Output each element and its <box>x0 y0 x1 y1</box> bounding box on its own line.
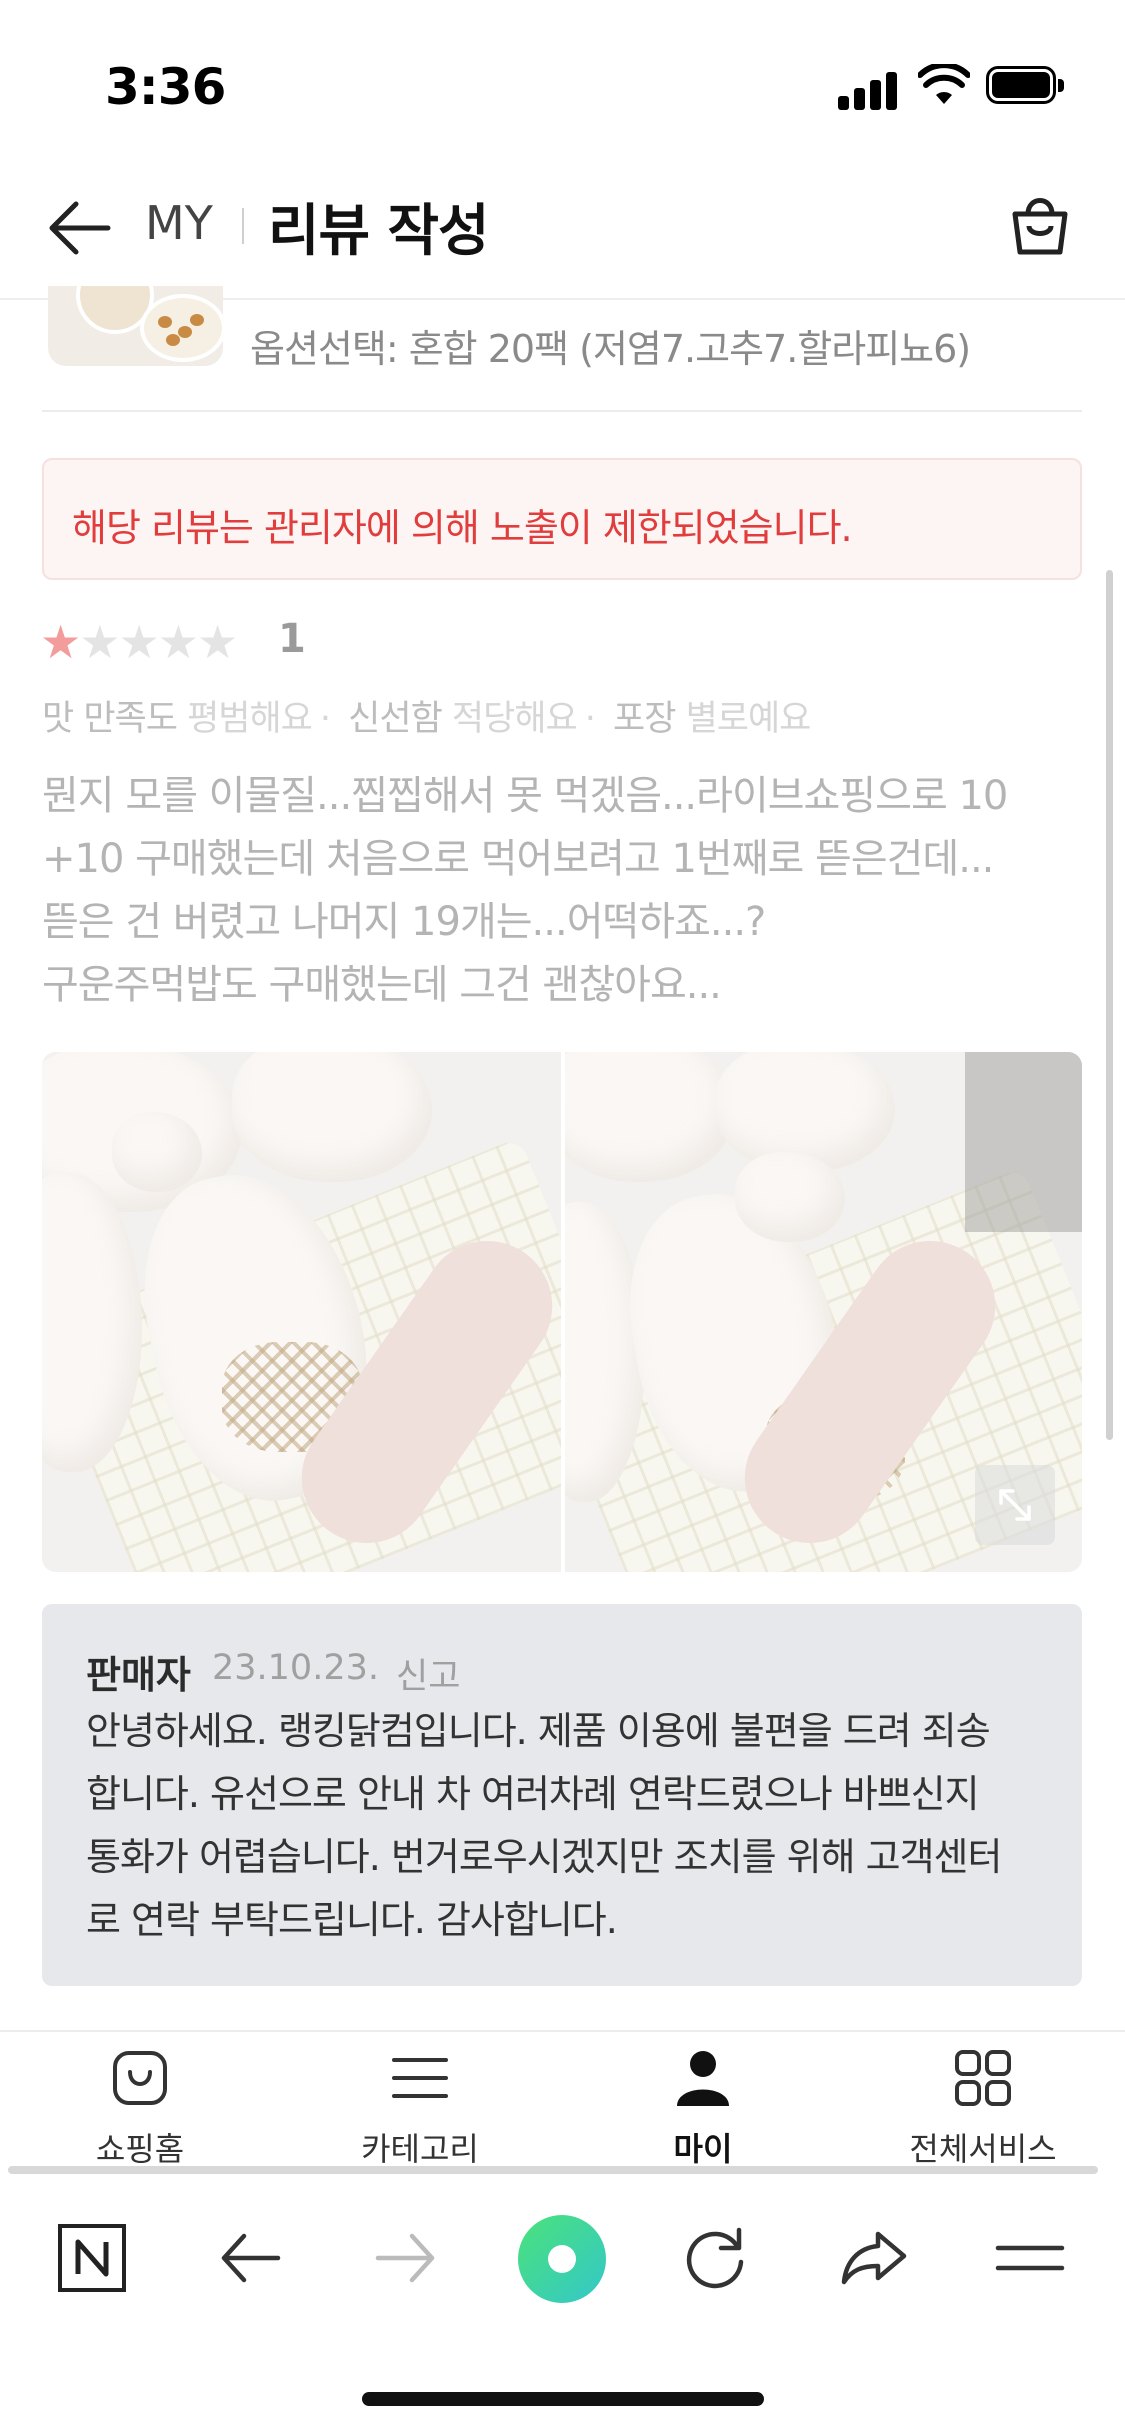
attribute-value: 적당해요 <box>451 699 578 739</box>
reply-date: 23.10.23. <box>212 1648 379 1688</box>
star-icon: ★ <box>79 615 121 669</box>
rating-value: 1 <box>278 616 306 662</box>
naver-n-icon[interactable] <box>52 2218 132 2298</box>
review-text-line: +10 구매했는데 처음으로 먹어보려고 1번째로 뜯은건데... <box>42 836 994 882</box>
breadcrumb-divider <box>242 208 244 244</box>
tab-label: 카테고리 <box>361 2130 479 2168</box>
shopping-bag-icon[interactable] <box>1005 190 1075 260</box>
back-arrow-icon[interactable] <box>210 2218 290 2298</box>
tab-label: 전체서비스 <box>909 2130 1057 2168</box>
tab-my[interactable]: 마이 <box>603 2048 803 2178</box>
home-indicator <box>362 2392 764 2406</box>
tab-label: 쇼핑홈 <box>95 2130 185 2168</box>
attribute-key: 맛 만족도 <box>42 699 178 739</box>
divider <box>42 410 1082 412</box>
share-icon[interactable] <box>834 2218 914 2298</box>
review-text-line: 뜯은 건 버렸고 나머지 19개는...어떡하죠...? <box>42 899 766 945</box>
reply-text-line: 안녕하세요. 랭킹닭컴입니다. 제품 이용에 불편을 드려 죄송 <box>86 1709 991 1753</box>
product-name-clipped: ━━━━━━━━━━━━━━━━━━━━━━ <box>250 284 980 300</box>
status-time: 3:36 <box>105 58 226 116</box>
breadcrumb-my[interactable]: MY <box>145 196 213 250</box>
tab-category[interactable]: 카테고리 <box>320 2048 520 2178</box>
person-icon <box>673 2048 733 2108</box>
wifi-icon <box>917 62 971 106</box>
review-text-line: 뭔지 모를 이물질...찝찝해서 못 먹겠음...라이브쇼핑으로 10 <box>42 773 1008 819</box>
star-rating: ★★★★★ <box>40 615 239 669</box>
grid-icon <box>953 2048 1013 2108</box>
report-link[interactable]: 신고 <box>396 1648 460 1699</box>
expand-photo-button[interactable] <box>975 1465 1055 1545</box>
battery-icon <box>986 66 1066 106</box>
review-attributes: 맛 만족도 평범해요 · 신선함 적당해요 · 포장 별로예요 <box>42 699 812 739</box>
menu-icon[interactable] <box>990 2218 1070 2298</box>
star-icon: ★ <box>40 615 82 669</box>
attribute-key: 포장 <box>613 699 676 739</box>
page-title: 리뷰 작성 <box>268 199 490 264</box>
tab-label: 마이 <box>673 2130 733 2168</box>
forward-arrow-icon[interactable] <box>366 2218 446 2298</box>
reply-text-line: 로 연락 부탁드립니다. 감사합니다. <box>86 1898 618 1942</box>
seller-reply-text: 안녕하세요. 랭킹닭컴입니다. 제품 이용에 불편을 드려 죄송 합니다. 유선… <box>86 1700 1066 1952</box>
tab-all-services[interactable]: 전체서비스 <box>883 2048 1083 2178</box>
horizontal-scrollbar[interactable] <box>8 2166 1098 2174</box>
attribute-key: 신선함 <box>348 699 443 739</box>
review-photo-1[interactable] <box>42 1052 561 1572</box>
green-circle-icon[interactable] <box>517 2214 607 2304</box>
shopping-bag-icon <box>110 2048 170 2108</box>
attribute-value: 별로예요 <box>685 699 812 739</box>
tab-shopping-home[interactable]: 쇼핑홈 <box>40 2048 240 2178</box>
attribute-value: 평범해요 <box>187 699 313 739</box>
cellular-signal-icon <box>838 70 898 110</box>
star-icon: ★ <box>157 615 199 669</box>
star-icon: ★ <box>118 615 160 669</box>
product-option: 옵션선택: 혼합 20팩 (저염7.고추7.할라피뇨6) <box>250 327 971 371</box>
reply-text-line: 통화가 어렵습니다. 번거로우시겠지만 조치를 위해 고객센터 <box>86 1835 1002 1879</box>
star-icon: ★ <box>197 615 239 669</box>
seller-label: 판매자 <box>86 1653 191 1697</box>
reply-text-line: 합니다. 유선으로 안내 차 여러차례 연락드렸으나 바쁘신지 <box>86 1772 980 1816</box>
review-photos[interactable] <box>42 1052 1082 1572</box>
menu-icon <box>390 2048 450 2108</box>
product-thumbnail[interactable] <box>48 286 223 366</box>
review-text: 뭔지 모를 이물질...찝찝해서 못 먹겠음...라이브쇼핑으로 10 +10 … <box>42 765 1092 1017</box>
back-arrow-icon[interactable] <box>40 190 120 260</box>
reload-icon[interactable] <box>677 2218 757 2298</box>
restriction-notice-text: 해당 리뷰는 관리자에 의해 노출이 제한되었습니다. <box>72 506 853 550</box>
review-text-line: 구운주먹밥도 구매했는데 그건 괜찮아요... <box>42 962 722 1008</box>
vertical-scrollbar[interactable] <box>1106 570 1113 1440</box>
